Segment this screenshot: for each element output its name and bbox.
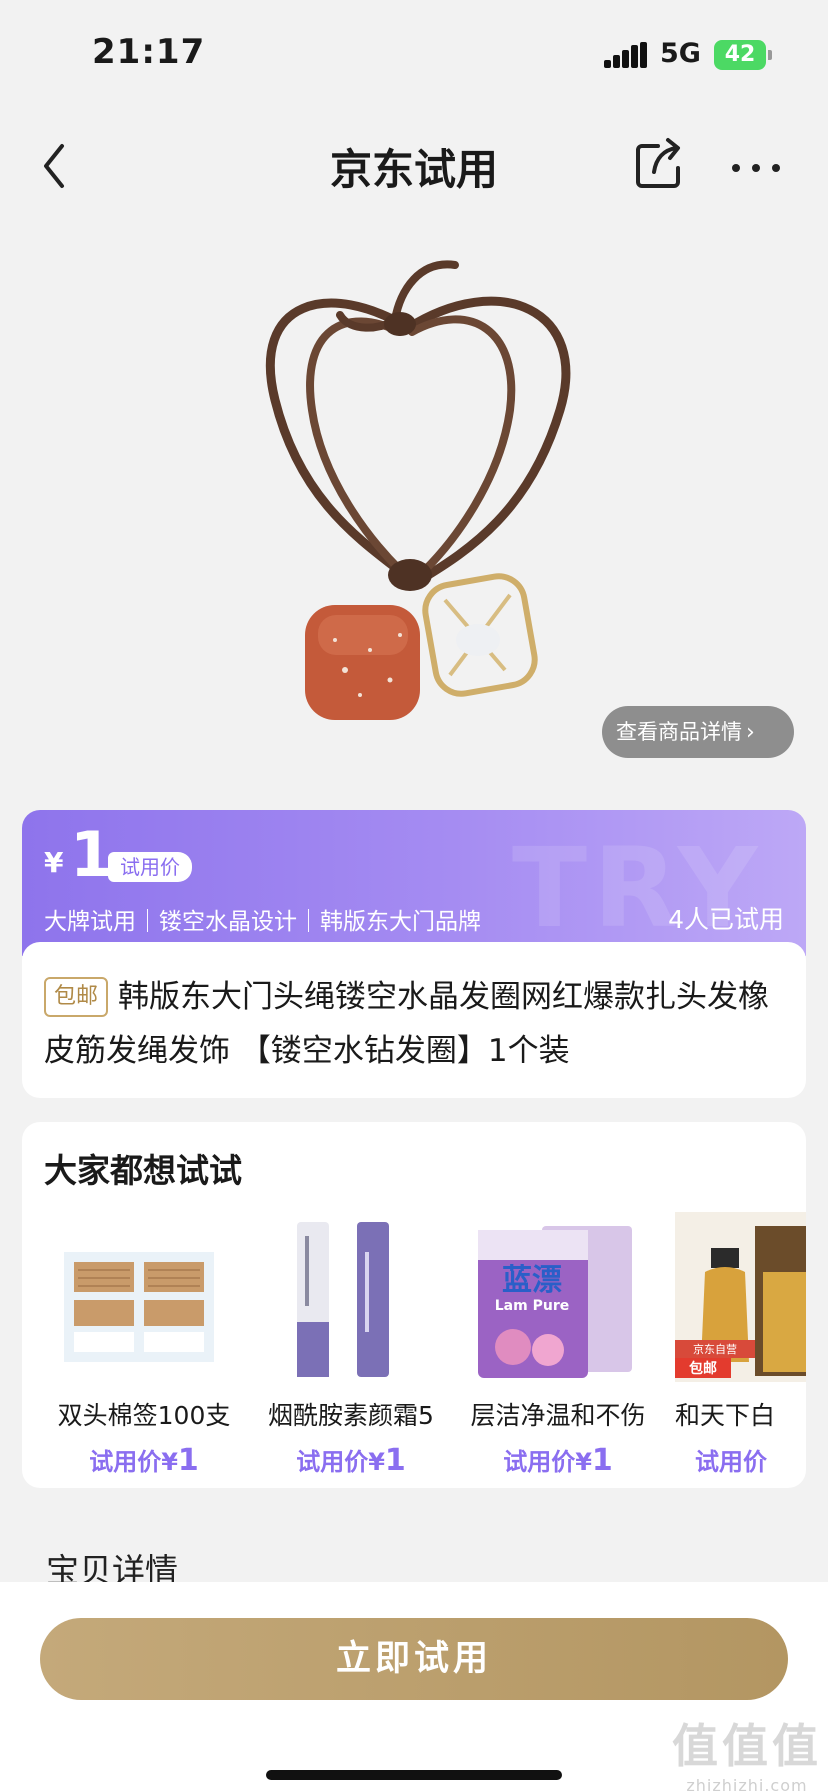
recommendation-item[interactable]: 双头棉签100支 试用价¥1 xyxy=(44,1204,234,1484)
recommendations-card: 大家都想试试 双头棉签100支 试用价¥1 烟酰胺素颜霜5 试用价¥1 蓝漂 L… xyxy=(22,1122,806,1488)
signal-strength-icon xyxy=(604,42,648,68)
jd-self-operated-text: 京东自营 xyxy=(693,1342,737,1356)
page-title: 京东试用 xyxy=(329,145,498,194)
product-highlights: 大牌试用｜镂空水晶设计｜韩版东大门品牌 xyxy=(44,909,481,935)
product-title-card: 包邮 韩版东大门头绳镂空水晶发圈网红爆款扎头发橡皮筋发绳发饰 【镂空水钻发圈】1个… xyxy=(22,942,806,1098)
recommendation-item[interactable]: 京东自营 包邮 和天下白 试用价 xyxy=(665,1204,806,1484)
trial-price: 1 xyxy=(70,818,114,891)
recommendation-name: 层洁净温和不伤 xyxy=(470,1401,646,1430)
share-button[interactable] xyxy=(628,128,688,198)
recommendation-price: 试用价¥1 xyxy=(503,1443,613,1478)
recommendations-title: 大家都想试试 xyxy=(44,1151,242,1190)
recommendation-name: 和天下白 xyxy=(675,1401,776,1430)
recommendation-item[interactable]: 蓝漂 Lam Pure 层洁净温和不伤 试用价¥1 xyxy=(458,1204,648,1484)
laundry-brand-text: 蓝漂 xyxy=(502,1263,562,1298)
trial-price-tag: 试用价 xyxy=(108,852,192,882)
status-time: 21:17 xyxy=(92,32,206,72)
laundry-powder-image: 蓝漂 Lam Pure xyxy=(478,1226,632,1378)
view-product-details-label: 查看商品详情 xyxy=(616,720,742,744)
recommendations-list[interactable]: 双头棉签100支 试用价¥1 烟酰胺素颜霜5 试用价¥1 蓝漂 Lam Pure xyxy=(44,1204,806,1484)
try-now-button[interactable]: 立即试用 xyxy=(40,1618,788,1700)
face-cream-image xyxy=(297,1222,389,1377)
recommendation-price: 试用价¥1 xyxy=(89,1443,199,1478)
recommendation-name: 烟酰胺素颜霜5 xyxy=(268,1401,434,1430)
price-currency: ¥ xyxy=(44,846,64,879)
home-indicator[interactable] xyxy=(266,1770,562,1780)
battery-icon: 42 xyxy=(714,40,772,70)
recommendation-item[interactable]: 烟酰胺素颜霜5 试用价¥1 xyxy=(251,1204,441,1484)
cotton-swabs-image xyxy=(64,1252,214,1362)
chevron-right-icon: › xyxy=(746,720,755,745)
laundry-brand-en-text: Lam Pure xyxy=(495,1298,569,1314)
recommendation-price: 试用价¥1 xyxy=(296,1443,406,1478)
bottom-action-bar: 立即试用 值值值 zhizhizhi.com xyxy=(0,1582,828,1792)
recommendation-name: 双头棉签100支 xyxy=(57,1401,231,1430)
free-shipping-badge: 包邮 xyxy=(44,977,109,1017)
recommendation-price: 试用价 xyxy=(695,1448,767,1476)
site-watermark: 值值值 zhizhizhi.com xyxy=(672,1710,822,1792)
share-icon xyxy=(636,138,680,188)
more-button[interactable] xyxy=(722,132,792,192)
liquor-image: 京东自营 包邮 xyxy=(675,1212,806,1382)
more-icon xyxy=(732,164,780,172)
price-banner: TRY ¥ 1 试用价 大牌试用｜镂空水晶设计｜韩版东大门品牌 4人已试用 xyxy=(22,810,806,956)
product-title: 包邮 韩版东大门头绳镂空水晶发圈网红爆款扎头发橡皮筋发绳发饰 【镂空水钻发圈】1个… xyxy=(44,970,784,1078)
nav-bar: 京东试用 xyxy=(0,110,828,220)
network-type: 5G xyxy=(660,38,701,69)
product-title-text: 韩版东大门头绳镂空水晶发圈网红爆款扎头发橡皮筋发绳发饰 【镂空水钻发圈】1个装 xyxy=(44,979,770,1069)
site-watermark-logo: 值值值 xyxy=(672,1719,822,1773)
tried-count: 4人已试用 xyxy=(668,905,784,934)
site-watermark-url: zhizhizhi.com xyxy=(686,1776,808,1792)
status-bar: 21:17 5G 42 xyxy=(0,0,828,110)
product-image[interactable] xyxy=(0,220,828,780)
view-product-details-button[interactable]: 查看商品详情 › xyxy=(602,706,794,758)
free-shipping-tag-text: 包邮 xyxy=(689,1360,717,1377)
